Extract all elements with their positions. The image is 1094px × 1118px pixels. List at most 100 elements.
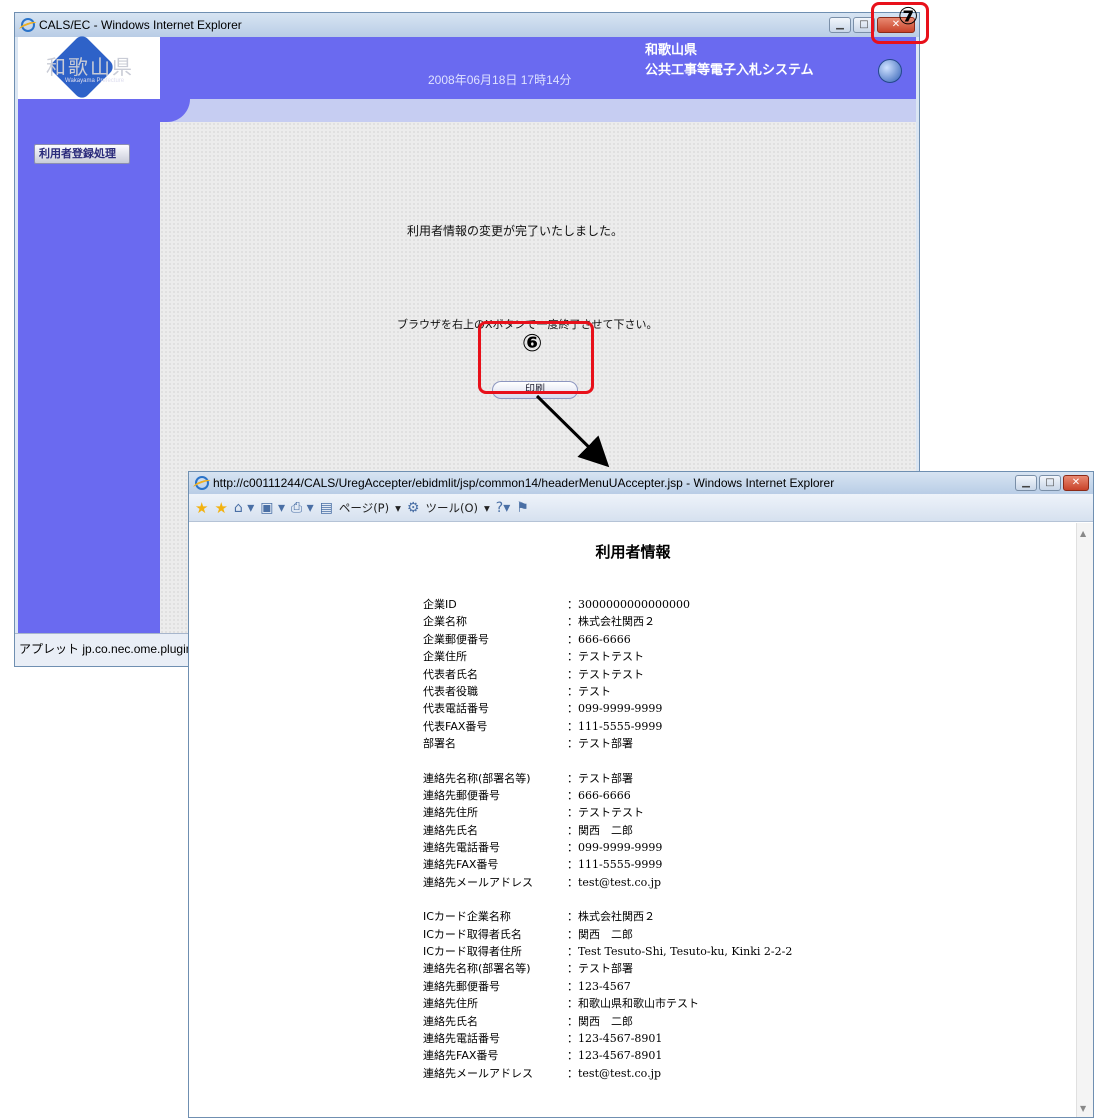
popup-minimize-button[interactable]: ▁ <box>1015 475 1037 491</box>
info-label: 連絡先FAX番号 <box>423 1049 499 1063</box>
info-value: ：3000000000000000 <box>567 598 690 611</box>
info-label: 代表者氏名 <box>423 667 478 681</box>
info-row: 部署名 ：テスト部署 <box>423 735 1023 752</box>
info-row: 連絡先電話番号 ：123-4567-8901 <box>423 1030 1023 1047</box>
info-value: ：111-5555-9999 <box>567 719 663 733</box>
info-label: 連絡先FAX番号 <box>423 858 499 872</box>
info-value: ：test@test.co.jp <box>567 875 662 889</box>
info-row: 連絡先FAX番号 ：123-4567-8901 <box>423 1047 1023 1064</box>
popup-title-bar[interactable]: http://c00111244/CALS/UregAccepter/ebidm… <box>189 472 1093 494</box>
info-row: 連絡先メールアドレス ：test@test.co.jp <box>423 874 1023 891</box>
info-row: ICカード取得者氏名 ：関西 二郎 <box>423 926 1023 943</box>
info-label: 企業郵便番号 <box>423 632 489 646</box>
info-row: 代表電話番号 ：099-9999-9999 <box>423 700 1023 717</box>
info-value: ：666-6666 <box>567 632 631 646</box>
info-value: ：テスト部署 <box>567 737 633 751</box>
print-icon[interactable]: ⎙ ▾ <box>291 500 314 516</box>
page-icon: ▤ <box>319 499 333 516</box>
research-icon[interactable]: ⚑ <box>516 500 529 516</box>
info-value: ：テストテスト <box>567 650 644 664</box>
info-value: ：テスト部署 <box>567 962 633 976</box>
info-label: 代表者役職 <box>423 684 478 698</box>
info-label: 連絡先電話番号 <box>423 1031 500 1045</box>
info-row: 企業ID ：3000000000000000 <box>423 596 1023 613</box>
user-info-list: 企業ID ：3000000000000000 企業名称 ：株式会社関西２ 企業郵便番号 ：… <box>423 596 1023 1082</box>
info-row: ICカード企業名称 ：株式会社関西２ <box>423 908 1023 925</box>
command-bar: ★ ★ ⌂ ▾ ▣ ▾ ⎙ ▾ ▤ ページ(P) ▾ ⚙ ツール(O) ▾ ?▾ ⚑ <box>189 494 1093 522</box>
info-value: ：関西 二郎 <box>567 927 633 941</box>
info-value: ：Test Tesuto-Shi, Tesuto-ku, Kinki 2-2-2 <box>567 945 793 959</box>
help-icon[interactable]: ?▾ <box>496 500 510 516</box>
info-label: 連絡先郵便番号 <box>423 788 500 802</box>
info-row: 連絡先電話番号 ：099-9999-9999 <box>423 839 1023 856</box>
info-value: ：株式会社関西２ <box>567 615 655 629</box>
info-value: ：テストテスト <box>567 667 644 681</box>
add-favorites-icon[interactable]: ★ <box>214 499 227 517</box>
info-label: ICカード取得者住所 <box>423 945 522 959</box>
info-row: 代表者役職 ：テスト <box>423 683 1023 700</box>
info-label: 連絡先名称(部署名等) <box>423 771 531 785</box>
info-value: ：関西 二郎 <box>567 823 633 837</box>
popup-window-title: http://c00111244/CALS/UregAccepter/ebidm… <box>213 476 835 490</box>
info-value: ：株式会社関西２ <box>567 910 655 924</box>
info-label: 企業住所 <box>423 650 467 664</box>
info-label: 代表電話番号 <box>423 702 489 716</box>
vertical-scrollbar[interactable]: ▲ ▼ <box>1076 523 1093 1117</box>
info-value: ：和歌山県和歌山市テスト <box>567 997 699 1011</box>
info-row: 連絡先FAX番号 ：111-5555-9999 <box>423 856 1023 873</box>
page-menu[interactable]: ページ(P) <box>339 500 389 516</box>
favorites-star-icon[interactable]: ★ <box>195 499 208 517</box>
popup-window-controls: ▁ □ ✕ <box>1015 475 1089 491</box>
info-row: 代表FAX番号 ：111-5555-9999 <box>423 718 1023 735</box>
tools-menu[interactable]: ツール(O) <box>425 500 478 516</box>
info-value: ：テスト部署 <box>567 771 633 785</box>
info-row: 連絡先住所 ：和歌山県和歌山市テスト <box>423 995 1023 1012</box>
info-row: 連絡先氏名 ：関西 二郎 <box>423 1013 1023 1030</box>
page-menu-chevron-icon[interactable]: ▾ <box>395 501 401 515</box>
info-row: 企業郵便番号 ：666-6666 <box>423 631 1023 648</box>
info-label: 連絡先郵便番号 <box>423 979 500 993</box>
document-area: 利用者情報 企業ID ：3000000000000000 企業名称 ：株式会社関西２ 企… <box>191 523 1075 1117</box>
popup-maximize-button[interactable]: □ <box>1039 475 1061 491</box>
info-label: 連絡先メールアドレス <box>423 1066 533 1080</box>
info-row: 連絡先名称(部署名等) ：テスト部署 <box>423 770 1023 787</box>
tools-gear-icon: ⚙ <box>406 499 420 516</box>
info-value: ：テストテスト <box>567 806 644 820</box>
info-label: 代表FAX番号 <box>423 719 488 733</box>
info-value: ：666-6666 <box>567 788 631 802</box>
info-label: 部署名 <box>423 737 456 751</box>
info-value: ：099-9999-9999 <box>567 841 663 855</box>
info-row: 連絡先住所 ：テストテスト <box>423 804 1023 821</box>
info-value: ：099-9999-9999 <box>567 702 663 716</box>
ie-icon <box>195 476 209 490</box>
info-label: 連絡先住所 <box>423 806 478 820</box>
feeds-icon[interactable]: ▣ ▾ <box>260 500 285 516</box>
scroll-up-icon[interactable]: ▲ <box>1080 529 1086 538</box>
info-value: ：123-4567-8901 <box>567 1049 663 1063</box>
tools-menu-chevron-icon[interactable]: ▾ <box>484 501 490 515</box>
info-label: ICカード企業名称 <box>423 910 511 924</box>
info-row: 代表者氏名 ：テストテスト <box>423 666 1023 683</box>
popup-browser-window: http://c00111244/CALS/UregAccepter/ebidm… <box>188 471 1094 1118</box>
info-label: 連絡先電話番号 <box>423 841 500 855</box>
info-row: 連絡先氏名 ：関西 二郎 <box>423 822 1023 839</box>
info-label: 企業ID <box>423 598 457 611</box>
info-row: ICカード取得者住所 ：Test Tesuto-Shi, Tesuto-ku, K… <box>423 943 1023 960</box>
info-label: 企業名称 <box>423 615 467 629</box>
info-label: 連絡先住所 <box>423 997 478 1011</box>
info-row: 連絡先名称(部署名等) ：テスト部署 <box>423 960 1023 977</box>
info-value: ：テスト <box>567 684 611 698</box>
info-label: 連絡先氏名 <box>423 1014 478 1028</box>
home-icon[interactable]: ⌂ ▾ <box>234 500 254 516</box>
info-row: 企業住所 ：テストテスト <box>423 648 1023 665</box>
info-row: 連絡先郵便番号 ：666-6666 <box>423 787 1023 804</box>
info-label: 連絡先メールアドレス <box>423 875 533 889</box>
scroll-down-icon[interactable]: ▼ <box>1080 1104 1086 1113</box>
info-value: ：関西 二郎 <box>567 1014 633 1028</box>
popup-close-button[interactable]: ✕ <box>1063 475 1089 491</box>
document-title: 利用者情報 <box>595 543 671 561</box>
info-value: ：test@test.co.jp <box>567 1066 662 1080</box>
arrow-line <box>535 394 610 468</box>
